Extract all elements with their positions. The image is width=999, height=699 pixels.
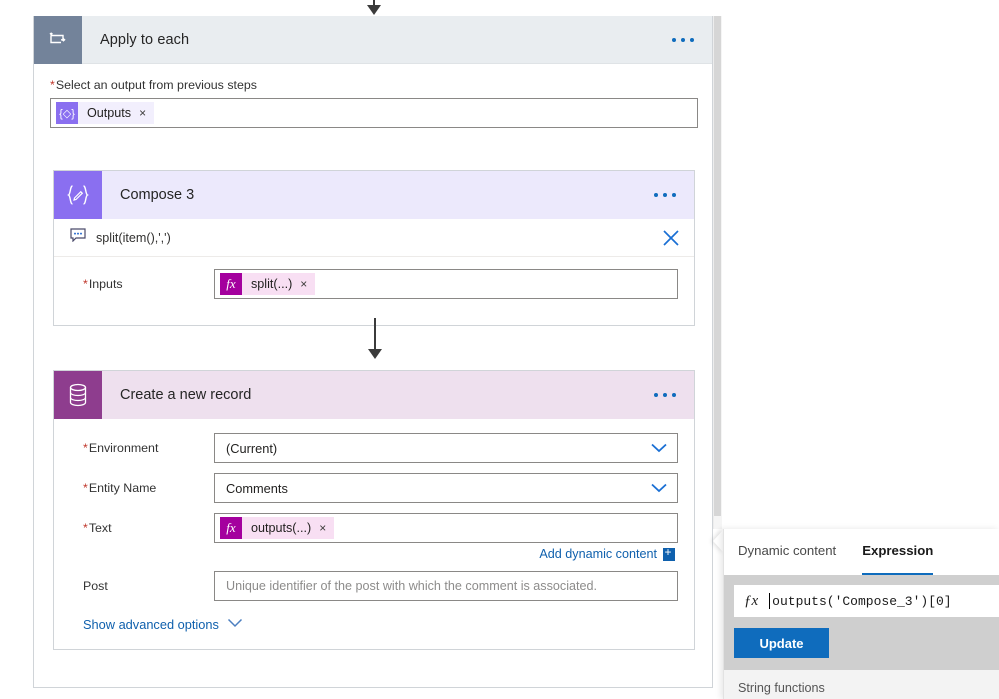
functions-list: String functions (724, 670, 999, 699)
compose-3-comment-row: split(item(),',') (54, 219, 694, 257)
token-outputs[interactable]: {◇} Outputs × (56, 102, 155, 124)
post-input[interactable]: Unique identifier of the post with which… (214, 571, 678, 601)
expression-value: outputs('Compose_3')[0] (772, 593, 952, 609)
canvas-scrollbar-thumb[interactable] (714, 16, 721, 516)
entity-name-select[interactable]: Comments (214, 473, 678, 503)
text-row: *Text fx outputs(...) × (70, 513, 678, 543)
apply-to-each-card: Apply to each *Select an output from pre… (33, 15, 713, 688)
token-split-expression[interactable]: fx split(...) × (220, 273, 316, 295)
add-dynamic-content-link[interactable]: Add dynamic content (539, 547, 657, 561)
connector-arrow-top (367, 0, 381, 15)
show-advanced-options-row[interactable]: Show advanced options (70, 615, 678, 633)
compose-3-more-options[interactable] (654, 193, 676, 197)
fx-icon: fx (220, 273, 242, 295)
apply-to-each-header[interactable]: Apply to each (34, 15, 712, 64)
apply-to-each-title: Apply to each (100, 31, 190, 48)
required-marker: * (50, 78, 55, 92)
text-input[interactable]: fx outputs(...) × (214, 513, 678, 543)
select-output-input[interactable]: {◇} Outputs × (50, 98, 698, 128)
tab-dynamic-content[interactable]: Dynamic content (738, 543, 836, 575)
dynamic-content-icon: {◇} (56, 102, 78, 124)
token-outputs-expression-remove[interactable]: × (319, 522, 326, 534)
comment-icon (70, 228, 86, 247)
entity-name-label: *Entity Name (83, 481, 157, 495)
token-split-label: split(...) (251, 277, 293, 291)
compose-3-inputs-field[interactable]: fx split(...) × (214, 269, 678, 299)
environment-row: *Environment (Current) (70, 433, 678, 463)
entity-name-row: *Entity Name Comments (70, 473, 678, 503)
post-row: Post Unique identifier of the post with … (70, 571, 678, 601)
compose-3-header[interactable]: Compose 3 (54, 171, 694, 219)
chevron-down-icon (650, 482, 668, 494)
token-outputs-label: Outputs (87, 106, 132, 120)
update-button[interactable]: Update (734, 628, 829, 658)
create-new-record-title: Create a new record (120, 387, 252, 403)
chevron-down-icon (227, 615, 243, 633)
required-marker: * (83, 277, 88, 291)
select-output-label: *Select an output from previous steps (50, 78, 257, 92)
text-label: *Text (83, 521, 112, 535)
compose-3-title: Compose 3 (120, 187, 195, 203)
database-icon (54, 371, 102, 419)
fx-icon: ƒx (744, 592, 759, 609)
compose-icon (54, 171, 102, 219)
tab-expression[interactable]: Expression (862, 543, 934, 575)
create-new-record-card: Create a new record *Environment (Curren… (53, 370, 695, 650)
create-new-record-form: *Environment (Current) *Entity Name Comm… (54, 419, 694, 649)
entity-name-value: Comments (226, 480, 288, 496)
string-functions-header: String functions (738, 681, 825, 695)
compose-3-form: *Inputs fx split(...) × (54, 257, 694, 325)
connector-arrow-middle (368, 318, 382, 359)
create-new-record-more-options[interactable] (654, 393, 676, 397)
token-outputs-expression[interactable]: fx outputs(...) × (220, 517, 335, 539)
text-cursor (769, 593, 771, 609)
expression-panel: Dynamic content Expression ƒx outputs('C… (723, 529, 999, 699)
expression-editor-area: ƒx outputs('Compose_3')[0] Update (724, 575, 999, 670)
flow-designer-canvas: Apply to each *Select an output from pre… (0, 0, 999, 699)
panel-tabs: Dynamic content Expression (724, 529, 999, 575)
post-placeholder: Unique identifier of the post with which… (226, 579, 598, 593)
chevron-down-icon (650, 442, 668, 454)
apply-to-each-more-options[interactable] (672, 37, 694, 42)
apply-to-each-body: *Select an output from previous steps {◇… (34, 64, 712, 128)
close-icon[interactable] (662, 229, 680, 247)
compose-3-inputs-label: *Inputs (83, 277, 123, 291)
required-marker: * (83, 481, 88, 495)
create-new-record-header[interactable]: Create a new record (54, 371, 694, 419)
environment-select[interactable]: (Current) (214, 433, 678, 463)
loop-icon (34, 15, 82, 64)
environment-value: (Current) (226, 440, 278, 456)
add-dynamic-content-row: Add dynamic content (70, 545, 678, 561)
token-outputs-remove[interactable]: × (139, 107, 146, 119)
compose-3-inputs-row: *Inputs fx split(...) × (70, 269, 678, 299)
environment-label: *Environment (83, 441, 159, 455)
post-label: Post (83, 579, 108, 593)
fx-icon: fx (220, 517, 242, 539)
required-marker: * (83, 441, 88, 455)
add-panel-icon[interactable] (663, 545, 677, 561)
compose-3-card: Compose 3 split(item(),',') *Inputs fx s… (53, 170, 695, 326)
show-advanced-options-link[interactable]: Show advanced options (83, 617, 219, 632)
token-outputs-expression-label: outputs(...) (251, 521, 312, 535)
expression-input[interactable]: ƒx outputs('Compose_3')[0] (734, 585, 999, 617)
required-marker: * (83, 521, 88, 535)
token-split-remove[interactable]: × (300, 278, 307, 290)
compose-3-comment-text: split(item(),',') (96, 230, 171, 245)
